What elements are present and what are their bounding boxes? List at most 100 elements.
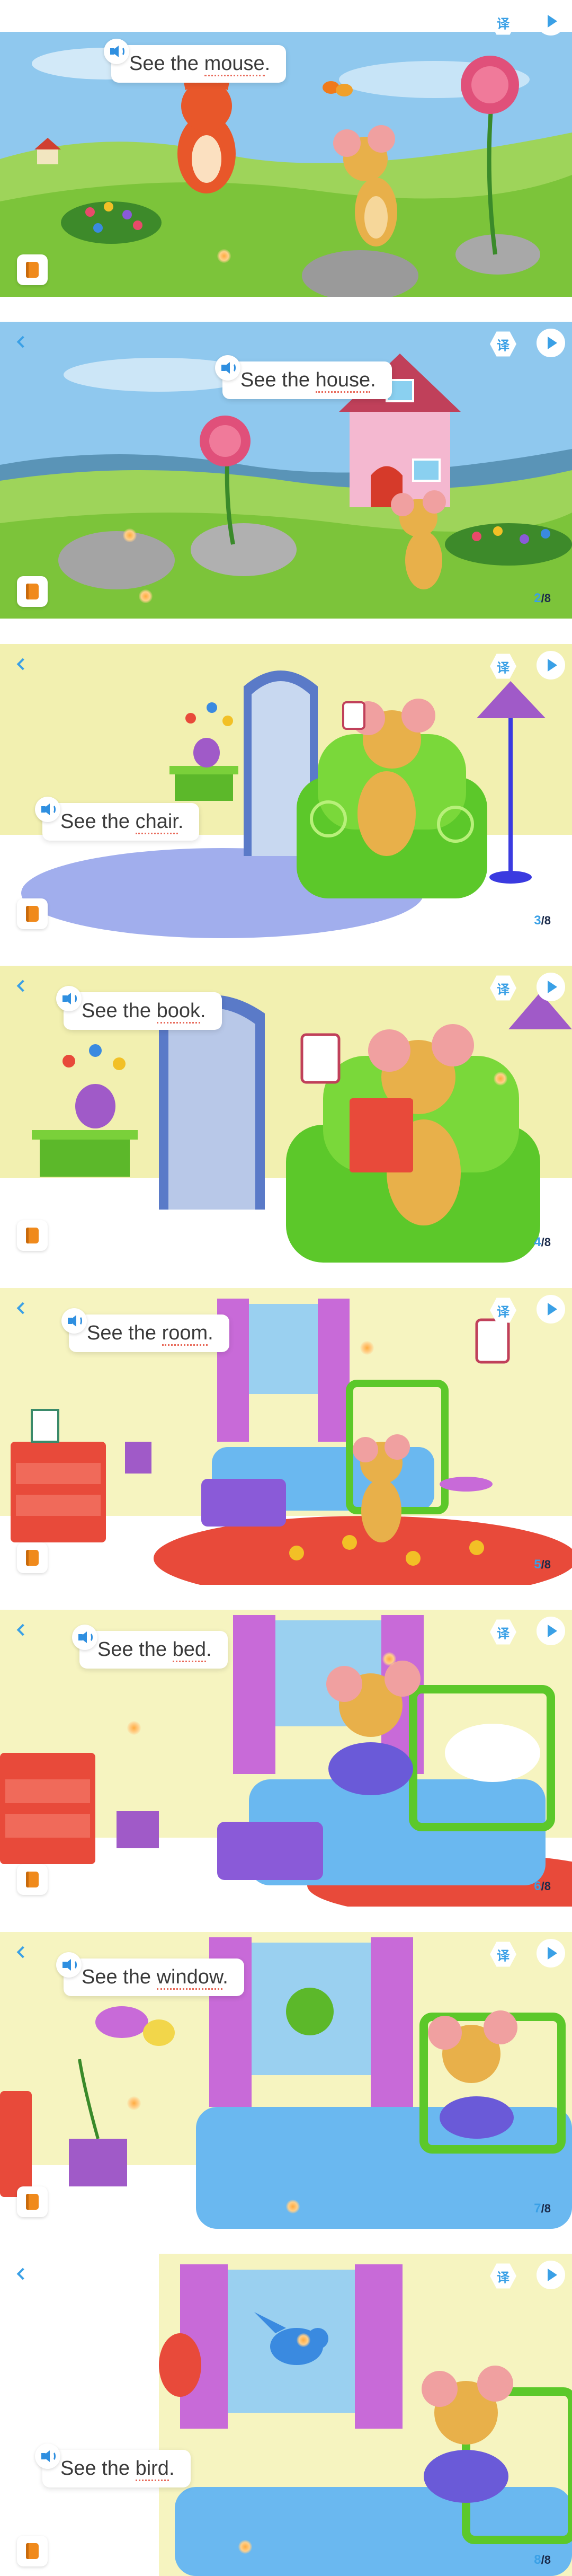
- page-total: 8: [544, 1558, 551, 1571]
- hotspot-marker[interactable]: [127, 1721, 141, 1735]
- back-arrow-icon: [16, 2268, 29, 2280]
- translate-button[interactable]: 译: [487, 2260, 519, 2292]
- hotspot-marker[interactable]: [286, 2200, 300, 2213]
- sentence-text: See the: [60, 2457, 136, 2480]
- sentence-bubble[interactable]: See the chair.: [35, 797, 200, 841]
- sentence-bubble[interactable]: See the mouse.: [104, 39, 287, 83]
- sentence-keyword[interactable]: book: [156, 1000, 200, 1024]
- translate-button[interactable]: 译: [487, 6, 519, 38]
- back-button[interactable]: [5, 1614, 37, 1646]
- sentence-bubble[interactable]: See the book.: [56, 986, 222, 1030]
- sentence-text: See the: [97, 1638, 173, 1661]
- sentence-bubble[interactable]: See the bed.: [72, 1625, 228, 1669]
- story-page-4: 译 See the book. 4/8: [0, 966, 572, 1263]
- sentence-keyword[interactable]: mouse: [204, 52, 265, 76]
- speaker-icon[interactable]: [72, 1625, 97, 1650]
- play-next-button[interactable]: [535, 1937, 567, 1969]
- sentence-text: See the: [240, 369, 316, 391]
- speaker-icon[interactable]: [35, 797, 60, 822]
- play-next-button[interactable]: [535, 327, 567, 359]
- play-next-icon: [547, 337, 557, 349]
- sentence-keyword[interactable]: window: [156, 1966, 223, 1990]
- play-next-button[interactable]: [535, 1293, 567, 1325]
- back-arrow-icon: [16, 658, 29, 671]
- page-current: 8: [534, 2553, 541, 2567]
- page-current: 6: [534, 1879, 541, 1893]
- back-button[interactable]: [5, 1292, 37, 1324]
- play-next-button[interactable]: [535, 971, 567, 1003]
- book-icon[interactable]: [17, 1864, 48, 1895]
- speaker-icon[interactable]: [56, 986, 82, 1011]
- sentence-keyword[interactable]: house: [315, 369, 371, 393]
- hotspot-marker[interactable]: [127, 2096, 141, 2110]
- hotspot-marker[interactable]: [360, 1341, 374, 1355]
- translate-icon: 译: [490, 1619, 516, 1645]
- sentence-text: See the: [82, 1000, 157, 1022]
- hotspot-marker[interactable]: [494, 1072, 507, 1086]
- translate-button[interactable]: 译: [487, 1616, 519, 1648]
- sentence-bubble[interactable]: See the window.: [56, 1952, 244, 1996]
- page-indicator: 8/8: [534, 2553, 551, 2568]
- speaker-icon[interactable]: [56, 1952, 82, 1978]
- speaker-icon[interactable]: [104, 39, 129, 64]
- book-icon[interactable]: [17, 2536, 48, 2566]
- page-current: 4: [534, 1235, 541, 1249]
- back-button[interactable]: [5, 970, 37, 1002]
- translate-icon: 译: [490, 975, 516, 1001]
- sentence-punct: .: [208, 1322, 213, 1344]
- translate-icon: 译: [490, 2263, 516, 2289]
- play-next-button[interactable]: [535, 5, 567, 37]
- translate-button[interactable]: 译: [487, 1294, 519, 1326]
- book-icon[interactable]: [17, 898, 48, 929]
- hotspot-marker[interactable]: [139, 589, 153, 603]
- book-icon[interactable]: [17, 576, 48, 607]
- sentence-punct: .: [370, 369, 376, 391]
- sentence-bubble[interactable]: See the house.: [215, 355, 392, 399]
- book-icon[interactable]: [17, 2186, 48, 2217]
- sentence-keyword[interactable]: chair: [135, 810, 178, 834]
- sentence-keyword[interactable]: bed: [172, 1638, 206, 1662]
- speaker-icon[interactable]: [35, 2443, 60, 2469]
- back-button[interactable]: [5, 326, 37, 358]
- back-button[interactable]: [5, 1936, 37, 1968]
- play-next-icon: [547, 1947, 557, 1960]
- translate-button[interactable]: 译: [487, 972, 519, 1004]
- speaker-icon[interactable]: [215, 355, 240, 381]
- story-page-6: 译 See the bed. 6/8: [0, 1610, 572, 1907]
- book-icon[interactable]: [17, 254, 48, 285]
- translate-icon: 译: [490, 1942, 516, 1967]
- speaker-icon[interactable]: [61, 1308, 87, 1334]
- sentence-bubble[interactable]: See the bird.: [35, 2443, 191, 2487]
- back-button[interactable]: [5, 2258, 37, 2290]
- hotspot-marker[interactable]: [297, 2333, 310, 2347]
- page-current: 5: [534, 1557, 541, 1572]
- hotspot-marker[interactable]: [382, 1652, 396, 1666]
- play-next-icon: [547, 659, 557, 672]
- translate-button[interactable]: 译: [487, 1938, 519, 1970]
- book-icon[interactable]: [17, 1542, 48, 1573]
- story-page-7: 译 See the window. 7/8: [0, 1932, 572, 2229]
- hotspot-marker[interactable]: [123, 528, 137, 542]
- sentence-keyword[interactable]: room: [162, 1322, 208, 1346]
- play-next-button[interactable]: [535, 649, 567, 681]
- page-total: 8: [544, 914, 551, 927]
- translate-button[interactable]: 译: [487, 650, 519, 682]
- back-button[interactable]: [5, 648, 37, 680]
- translate-button[interactable]: 译: [487, 328, 519, 360]
- play-next-icon: [547, 2269, 557, 2281]
- play-next-button[interactable]: [535, 2259, 567, 2291]
- sentence-bubble[interactable]: See the room.: [61, 1308, 229, 1352]
- page-indicator: 5/8: [534, 1557, 551, 1572]
- page-indicator: 7/8: [534, 2201, 551, 2216]
- play-next-button[interactable]: [535, 1615, 567, 1647]
- back-arrow-icon: [16, 1946, 29, 1959]
- story-page-8: 译 See the bird. 8/8: [0, 2254, 572, 2576]
- hotspot-marker[interactable]: [238, 2540, 252, 2554]
- book-icon[interactable]: [17, 1220, 48, 1251]
- page-current: 2: [534, 591, 541, 605]
- back-arrow-icon: [16, 1624, 29, 1636]
- sentence-keyword[interactable]: bird: [135, 2457, 169, 2481]
- hotspot-marker[interactable]: [217, 249, 231, 263]
- red-book-illustration: [350, 1098, 413, 1172]
- page-indicator: 2/8: [534, 591, 551, 606]
